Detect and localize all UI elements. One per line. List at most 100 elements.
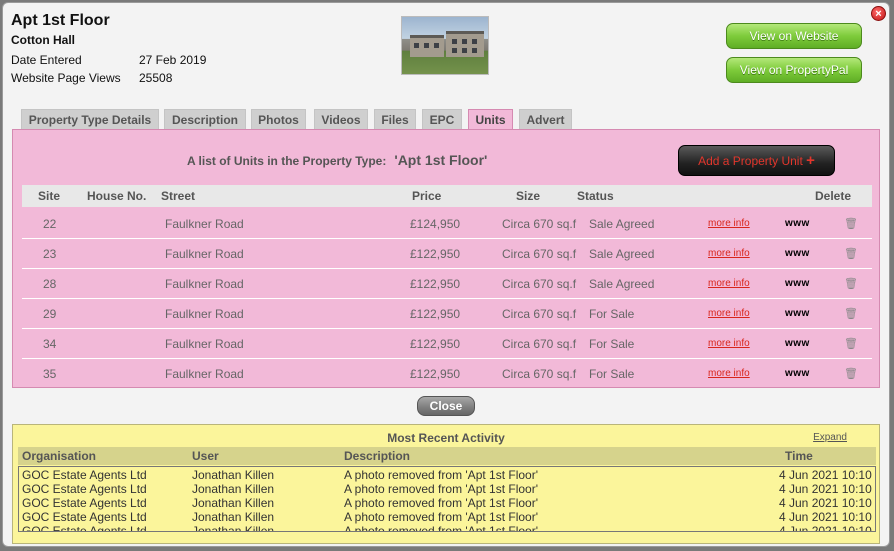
tab-advert[interactable]: Advert	[519, 109, 572, 129]
trash-icon[interactable]: 🗑	[844, 239, 858, 269]
trash-icon[interactable]: 🗑	[844, 359, 858, 389]
tab-videos[interactable]: Videos	[314, 109, 368, 129]
tab-photos[interactable]: Photos	[251, 109, 306, 129]
view-on-website-button[interactable]: View on Website	[726, 23, 862, 49]
window-shape	[472, 48, 477, 53]
page-views-value: 25508	[139, 71, 173, 85]
cell-site: 28	[43, 277, 57, 291]
window-shape	[452, 39, 457, 44]
more-info-link[interactable]: more info	[708, 329, 750, 359]
activity-description: A photo removed from 'Apt 1st Floor'	[344, 524, 539, 532]
cell-status: Sale Agreed	[589, 217, 655, 231]
tab-property-type-details[interactable]: Property Type Details	[21, 109, 159, 129]
building-shape	[446, 31, 484, 57]
activity-time: 4 Jun 2021 10:10	[779, 510, 872, 524]
activity-description: A photo removed from 'Apt 1st Floor'	[344, 482, 539, 496]
table-row: 35 Faulkner Road £122,950 Circa 670 sq.f…	[22, 359, 872, 389]
activity-organisation: GOC Estate Agents Ltd	[22, 510, 147, 524]
plus-icon: +	[806, 152, 815, 169]
cell-price: £122,950	[410, 337, 461, 351]
more-info-link[interactable]: more info	[708, 269, 750, 299]
expand-link[interactable]: Expand	[813, 432, 847, 443]
cell-price: £124,950	[410, 217, 461, 231]
cell-price: £122,950	[410, 307, 461, 321]
activity-user: Jonathan Killen	[192, 510, 275, 524]
development-name: Cotton Hall	[11, 33, 75, 47]
col-organisation: Organisation	[22, 449, 97, 463]
more-info-link[interactable]: more info	[708, 299, 750, 329]
close-icon[interactable]: ×	[871, 6, 886, 21]
units-table-body: 22 Faulkner Road £124,950 Circa 670 sq.f…	[22, 209, 872, 389]
www-link[interactable]: www	[785, 299, 810, 329]
trash-icon[interactable]: 🗑	[844, 209, 858, 239]
col-price: Price	[412, 189, 442, 203]
cell-site: 29	[43, 307, 57, 321]
list-item: GOC Estate Agents Ltd Jonathan Killen A …	[19, 468, 875, 482]
list-item: GOC Estate Agents Ltd Jonathan Killen A …	[19, 482, 875, 496]
trash-icon[interactable]: 🗑	[844, 329, 858, 359]
www-link[interactable]: www	[785, 329, 810, 359]
tab-units[interactable]: Units	[468, 109, 513, 131]
www-link[interactable]: www	[785, 209, 810, 239]
window-shape	[424, 43, 429, 48]
table-row: 22 Faulkner Road £124,950 Circa 670 sq.f…	[22, 209, 872, 239]
list-item: GOC Estate Agents Ltd Jonathan Killen A …	[19, 496, 875, 510]
activity-panel: Most Recent Activity Expand Organisation…	[12, 424, 880, 544]
table-row: 23 Faulkner Road £122,950 Circa 670 sq.f…	[22, 239, 872, 269]
cell-size: Circa 670 sq.f	[502, 277, 577, 291]
units-list-heading: A list of Units in the Property Type: 'Ap…	[187, 152, 487, 168]
window-shape	[434, 43, 439, 48]
units-property-type: 'Apt 1st Floor'	[394, 152, 488, 168]
more-info-link[interactable]: more info	[708, 209, 750, 239]
trash-icon[interactable]: 🗑	[844, 269, 858, 299]
trash-icon[interactable]: 🗑	[844, 299, 858, 329]
list-item: GOC Estate Agents Ltd Jonathan Killen A …	[19, 524, 875, 532]
cell-status: Sale Agreed	[589, 247, 655, 261]
activity-organisation: GOC Estate Agents Ltd	[22, 524, 147, 532]
add-unit-label: Add a Property Unit	[698, 154, 803, 168]
date-entered-value: 27 Feb 2019	[139, 53, 207, 67]
cell-street: Faulkner Road	[165, 277, 244, 291]
cell-status: For Sale	[589, 367, 635, 381]
activity-organisation: GOC Estate Agents Ltd	[22, 482, 147, 496]
activity-organisation: GOC Estate Agents Ltd	[22, 496, 147, 510]
activity-list[interactable]: GOC Estate Agents Ltd Jonathan Killen A …	[18, 466, 876, 532]
list-item: GOC Estate Agents Ltd Jonathan Killen A …	[19, 510, 875, 524]
col-street: Street	[161, 189, 196, 203]
col-house-no: House No.	[87, 189, 147, 203]
cell-site: 35	[43, 367, 57, 381]
tab-description[interactable]: Description	[164, 109, 246, 129]
window-shape	[452, 48, 457, 53]
cell-site: 22	[43, 217, 57, 231]
units-list-label: A list of Units in the Property Type:	[187, 154, 387, 168]
more-info-link[interactable]: more info	[708, 359, 750, 389]
table-row: 34 Faulkner Road £122,950 Circa 670 sq.f…	[22, 329, 872, 359]
window-shape	[472, 39, 477, 44]
col-status: Status	[577, 189, 614, 203]
close-button[interactable]: Close	[417, 396, 475, 416]
property-photo[interactable]	[401, 16, 489, 75]
activity-time: 4 Jun 2021 10:10	[779, 482, 872, 496]
cell-price: £122,950	[410, 367, 461, 381]
tab-epc[interactable]: EPC	[422, 109, 462, 129]
page-views-row: Website Page Views 25508	[11, 71, 172, 85]
tab-files[interactable]: Files	[374, 109, 416, 129]
activity-description: A photo removed from 'Apt 1st Floor'	[344, 510, 539, 524]
www-link[interactable]: www	[785, 359, 810, 389]
cell-size: Circa 670 sq.f	[502, 217, 577, 231]
cell-status: Sale Agreed	[589, 277, 655, 291]
activity-user: Jonathan Killen	[192, 468, 275, 482]
col-delete: Delete	[815, 189, 852, 203]
view-on-propertypal-button[interactable]: View on PropertyPal	[726, 57, 862, 83]
add-property-unit-button[interactable]: Add a Property Unit +	[678, 145, 835, 176]
col-size: Size	[516, 189, 541, 203]
activity-user: Jonathan Killen	[192, 496, 275, 510]
more-info-link[interactable]: more info	[708, 239, 750, 269]
www-link[interactable]: www	[785, 239, 810, 269]
cell-status: For Sale	[589, 337, 635, 351]
activity-description: A photo removed from 'Apt 1st Floor'	[344, 496, 539, 510]
cell-size: Circa 670 sq.f	[502, 247, 577, 261]
date-entered-row: Date Entered 27 Feb 2019	[11, 53, 206, 67]
cell-street: Faulkner Road	[165, 307, 244, 321]
www-link[interactable]: www	[785, 269, 810, 299]
